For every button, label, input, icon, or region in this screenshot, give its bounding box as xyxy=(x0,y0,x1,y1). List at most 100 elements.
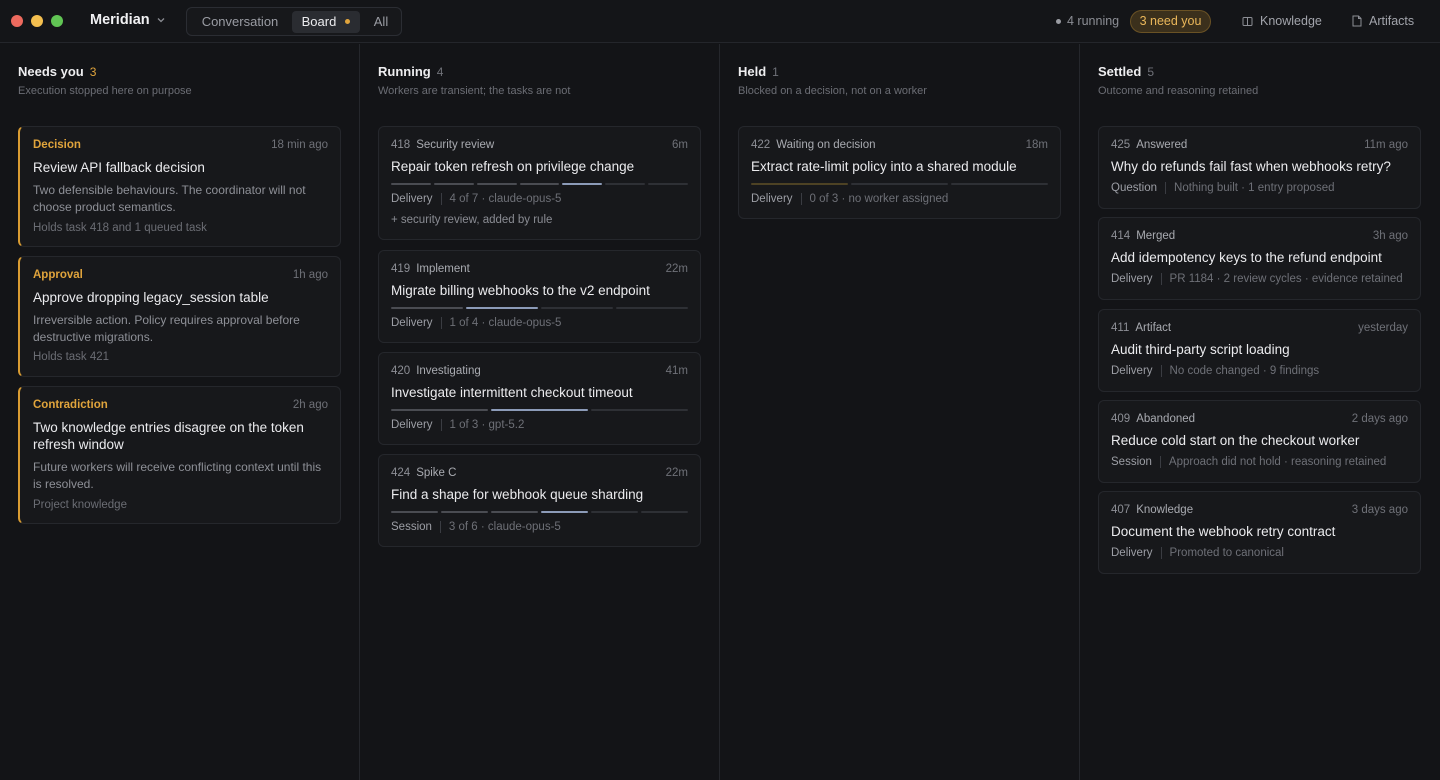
meta-divider xyxy=(1160,365,1162,377)
settled-card[interactable]: 414 Merged 3h ago Add idempotency keys to… xyxy=(1098,217,1421,300)
running-count: 4 running xyxy=(1067,14,1120,28)
task-outcome: Artifact xyxy=(1135,322,1172,334)
card-footer: Holds task 421 xyxy=(33,351,110,363)
task-header: 425 Answered xyxy=(1111,139,1187,151)
task-id: 419 xyxy=(391,263,411,275)
settled-card[interactable]: 409 Abandoned 2 days ago Reduce cold star… xyxy=(1098,400,1421,483)
book-icon xyxy=(1242,16,1253,27)
progress-segment xyxy=(562,183,603,185)
settled-card[interactable]: 411 Artifact yesterday Audit third-party … xyxy=(1098,309,1421,392)
task-meta: Question Nothing built · 1 entry proposed xyxy=(1111,182,1335,194)
task-time: 41m xyxy=(665,365,688,377)
card-title: Two knowledge entries disagree on the to… xyxy=(33,420,304,452)
task-title: Find a shape for webhook queue sharding xyxy=(391,487,644,502)
task-id: 411 xyxy=(1111,322,1130,334)
chevron-down-icon xyxy=(156,15,166,28)
needs-you-badge[interactable]: 3 need you xyxy=(1130,10,1211,33)
task-id: 425 xyxy=(1111,139,1131,151)
tab-conversation[interactable]: Conversation xyxy=(192,11,288,33)
running-status: 4 running xyxy=(1056,14,1119,28)
task-kind: Delivery xyxy=(1111,547,1153,559)
task-title: Repair token refresh on privilege change xyxy=(391,159,635,174)
workspace-switcher[interactable]: Meridian xyxy=(90,12,166,28)
progress-segment xyxy=(491,409,588,411)
progress-segment xyxy=(605,183,646,185)
task-kind: Delivery xyxy=(1111,365,1153,377)
task-kind: Delivery xyxy=(1111,273,1153,285)
task-progress xyxy=(391,183,689,185)
column-count: 4 xyxy=(436,65,444,79)
task-id: 422 xyxy=(751,139,771,151)
meta-divider xyxy=(439,521,441,533)
card-title: Review API fallback decision xyxy=(33,160,205,175)
task-title: Why do refunds fail fast when webhooks r… xyxy=(1111,159,1391,174)
task-kind: Question xyxy=(1111,182,1158,194)
task-title: Extract rate-limit policy into a shared … xyxy=(751,159,1017,174)
task-time: 6m xyxy=(672,139,688,151)
window-minimize-button[interactable] xyxy=(31,15,43,27)
attention-dot-icon xyxy=(345,19,351,25)
meta-divider xyxy=(800,193,802,205)
settled-card[interactable]: 407 Knowledge 3 days ago Document the web… xyxy=(1098,491,1421,574)
artifacts-label: Artifacts xyxy=(1369,14,1415,28)
window-zoom-button[interactable] xyxy=(51,15,63,27)
column-subtitle: Outcome and reasoning retained xyxy=(1098,85,1259,97)
task-kind: Delivery xyxy=(391,317,433,329)
task-kind: Session xyxy=(1111,456,1152,468)
task-id: 407 xyxy=(1111,504,1131,516)
task-header: 407 Knowledge xyxy=(1111,504,1193,516)
window-close-button[interactable] xyxy=(11,15,23,27)
task-meta-text: Approach did not hold · reasoning retain… xyxy=(1168,456,1387,468)
knowledge-label: Knowledge xyxy=(1260,14,1322,28)
task-meta-text: 1 of 3 · gpt-5.2 xyxy=(449,419,525,431)
progress-segment xyxy=(391,409,488,411)
task-meta: Delivery PR 1184 · 2 review cycles · evid… xyxy=(1111,273,1403,285)
task-card[interactable]: 418 Security review 6m Repair token refre… xyxy=(378,126,701,240)
settled-card[interactable]: 425 Answered 11m ago Why do refunds fail … xyxy=(1098,126,1421,209)
task-time: 2 days ago xyxy=(1351,413,1408,425)
task-card[interactable]: 420 Investigating 41m Investigate intermi… xyxy=(378,352,701,445)
tab-all[interactable]: All xyxy=(365,11,397,33)
task-kind: Session xyxy=(391,521,432,533)
attention-card[interactable]: Approval 1h ago Approve dropping legacy_… xyxy=(18,256,341,377)
meta-divider xyxy=(440,193,442,205)
meta-divider xyxy=(1160,273,1162,285)
task-meta-text: 1 of 4 · claude-opus-5 xyxy=(449,317,562,329)
progress-segment xyxy=(648,183,689,185)
progress-segment xyxy=(591,409,688,411)
column-header: Running 4 xyxy=(378,64,443,79)
meta-divider xyxy=(1165,182,1167,194)
task-card[interactable]: 424 Spike C 22m Find a shape for webhook … xyxy=(378,454,701,547)
task-title: Investigate intermittent checkout timeou… xyxy=(391,385,633,400)
tab-board[interactable]: Board xyxy=(292,11,360,33)
meta-divider xyxy=(1159,456,1161,468)
task-id: 424 xyxy=(391,467,411,479)
card-type: Approval xyxy=(33,269,83,281)
progress-segment xyxy=(491,511,538,513)
progress-segment xyxy=(616,307,688,309)
task-meta: Delivery Promoted to canonical xyxy=(1111,547,1284,559)
card-description: Irreversible action. Policy requires app… xyxy=(33,313,300,344)
task-outcome: Merged xyxy=(1136,230,1176,242)
task-card[interactable]: 422 Waiting on decision 18m Extract rate-… xyxy=(738,126,1061,219)
attention-card[interactable]: Contradiction 2h ago Two knowledge entri… xyxy=(18,386,341,524)
task-kind: Delivery xyxy=(751,193,793,205)
artifacts-link[interactable]: Artifacts xyxy=(1352,14,1414,28)
card-footer: Holds task 418 and 1 queued task xyxy=(33,222,207,234)
task-id: 414 xyxy=(1111,230,1131,242)
task-progress xyxy=(751,183,1048,185)
column-held: Held 1 Blocked on a decision, not on a wo… xyxy=(720,44,1080,780)
task-card[interactable]: 419 Implement 22m Migrate billing webhook… xyxy=(378,250,701,343)
knowledge-link[interactable]: Knowledge xyxy=(1242,14,1322,28)
task-title: Audit third-party script loading xyxy=(1111,342,1290,357)
task-stage: Spike C xyxy=(416,467,457,479)
column-count: 1 xyxy=(772,65,779,79)
attention-card[interactable]: Decision 18 min ago Review API fallback … xyxy=(18,126,341,247)
task-meta: Delivery 4 of 7 · claude-opus-5 xyxy=(391,193,561,205)
task-header: 409 Abandoned xyxy=(1111,413,1195,425)
task-stage: Security review xyxy=(416,139,495,151)
column-title: Running xyxy=(378,64,431,79)
column-needs-you: Needs you 3 Execution stopped here on pur… xyxy=(0,44,360,780)
task-time: 3h ago xyxy=(1372,230,1408,242)
card-description: Future workers will receive conflicting … xyxy=(33,460,322,491)
